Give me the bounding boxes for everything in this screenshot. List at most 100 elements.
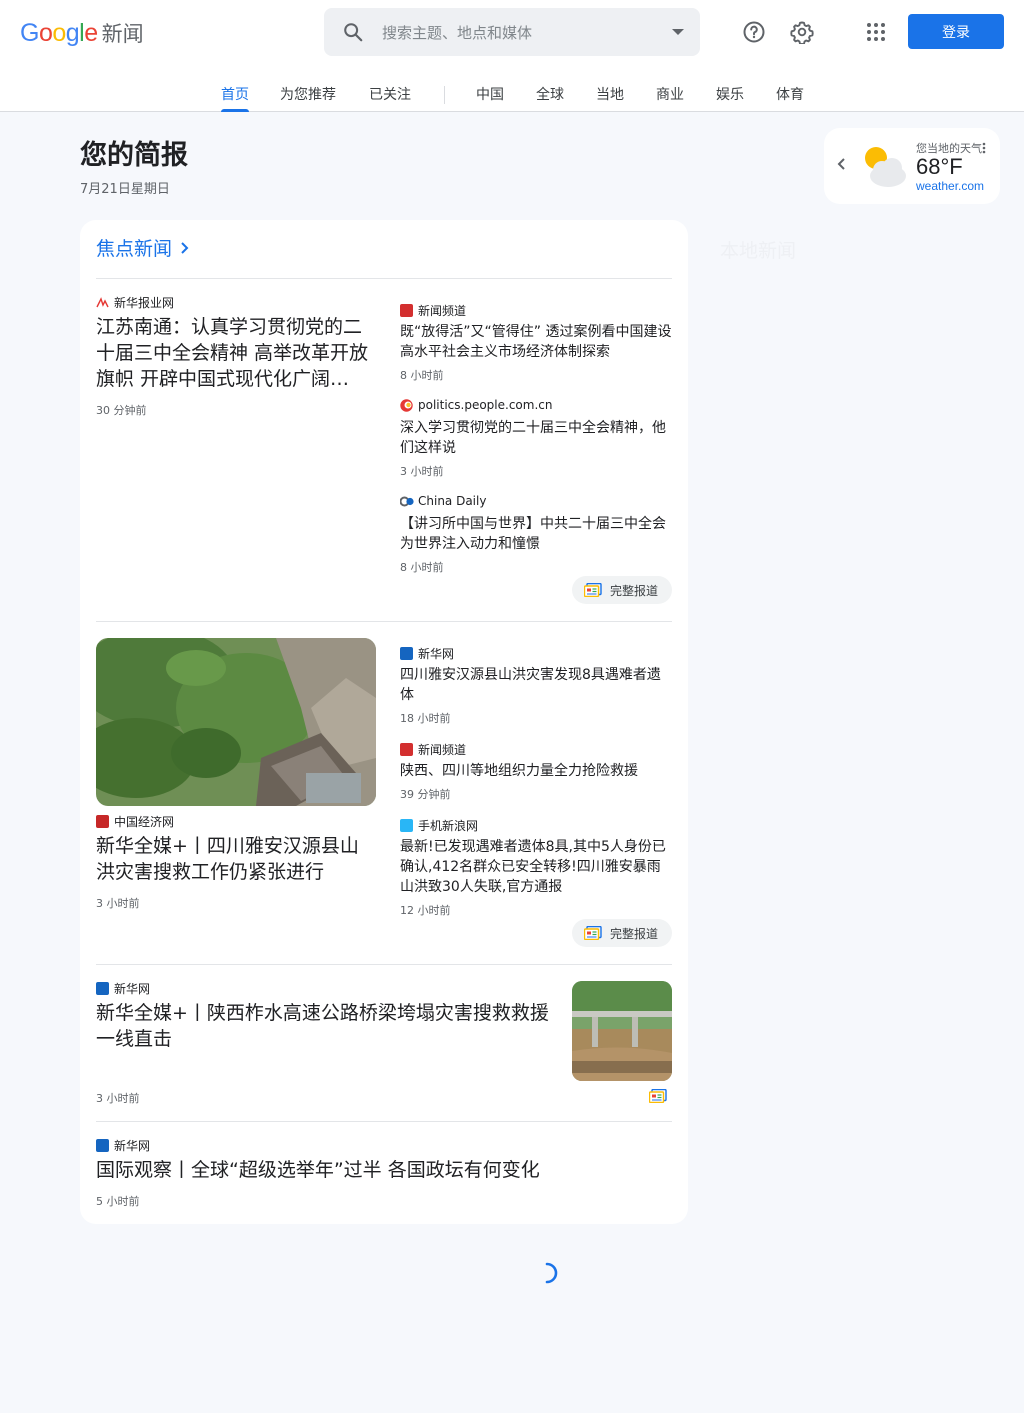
full-coverage-label: 完整报道	[610, 583, 659, 598]
news-channel-logo-icon	[400, 743, 413, 756]
source-name: politics.people.com.cn	[418, 398, 553, 412]
article-source: 新华网	[96, 1137, 150, 1154]
article-headline[interactable]: 江苏南通：认真学习贯彻党的二十届三中全会精神 高举改革开放旗帜 开辟中国式现代化…	[96, 314, 376, 392]
full-coverage-icon	[584, 926, 602, 940]
article-source: 新华报业网	[96, 294, 174, 311]
article-headline[interactable]: 国际观察丨全球“超级选举年”过半 各国政坛有何变化	[96, 1157, 656, 1183]
top-stories-heading-label[interactable]: 焦点新闻	[96, 234, 172, 261]
article-time: 3 小时前	[400, 465, 444, 478]
xinhua-baoye-logo-icon	[96, 297, 109, 308]
more-vert-icon[interactable]	[978, 142, 990, 154]
tab-entertainment[interactable]: 娱乐	[716, 84, 744, 112]
article-thumbnail[interactable]	[96, 638, 376, 806]
news-channel-logo-icon	[400, 304, 413, 317]
article-headline[interactable]: 深入学习贯彻党的二十届三中全会精神，他们这样说	[400, 418, 672, 458]
source-name: 新华网	[418, 647, 455, 661]
top-stories-card: 焦点新闻 新华报业网 江苏南通：认真学习贯彻党的二十届三中全会精神 高举改革开放…	[80, 220, 688, 1224]
article-headline[interactable]: 最新!已发现遇难者遗体8具,其中5人身份已确认,412名群众已安全转移!四川雅安…	[400, 837, 672, 897]
xinhua-logo-icon	[96, 1139, 109, 1152]
sign-in-button[interactable]: 登录	[908, 14, 1004, 49]
article-time: 3 小时前	[96, 897, 140, 910]
chevron-left-icon[interactable]	[836, 156, 848, 172]
local-news-heading[interactable]: 本地新闻	[720, 236, 796, 263]
tab-following[interactable]: 已关注	[369, 84, 411, 112]
weather-temperature: 68°F	[916, 154, 963, 179]
source-name: 手机新浪网	[418, 819, 479, 833]
article-headline[interactable]: 四川雅安汉源县山洪灾害发现8具遇难者遗体	[400, 665, 672, 705]
article-time: 8 小时前	[400, 561, 444, 574]
search-icon[interactable]	[342, 21, 364, 43]
people-logo-icon	[400, 398, 413, 412]
chevron-right-icon	[181, 241, 189, 254]
full-coverage-label: 完整报道	[610, 926, 659, 941]
sina-logo-icon	[400, 819, 413, 832]
china-daily-logo-icon	[400, 496, 414, 506]
tab-local[interactable]: 当地	[596, 84, 624, 112]
full-coverage-button[interactable]: 完整报道	[572, 919, 672, 947]
full-coverage-button[interactable]: 完整报道	[572, 576, 672, 604]
article-source: China Daily	[400, 494, 486, 508]
weather-widget[interactable]: 您当地的天气 68°F weather.com	[824, 128, 1000, 204]
search-bar[interactable]: 搜索主题、地点和媒体	[324, 8, 700, 56]
article-time: 18 小时前	[400, 712, 451, 725]
briefing-title: 您的简报	[80, 140, 188, 171]
source-name: China Daily	[418, 494, 487, 508]
briefing-date: 7月21日星期日	[80, 182, 170, 197]
source-name: 新华网	[114, 1139, 151, 1153]
full-coverage-icon[interactable]	[649, 1089, 667, 1103]
source-name: 新华报业网	[114, 296, 175, 310]
article-source: politics.people.com.cn	[400, 398, 552, 412]
source-name: 新闻频道	[418, 743, 467, 757]
weather-source-link[interactable]: weather.com	[916, 179, 984, 193]
logo-wordmark: Google	[20, 19, 98, 47]
apps-grid-icon[interactable]	[860, 16, 892, 48]
search-dropdown-icon[interactable]	[672, 29, 684, 35]
divider	[96, 964, 672, 965]
article-source: 手机新浪网	[400, 817, 478, 834]
loading-spinner-icon	[545, 1262, 558, 1284]
xinhua-logo-icon	[96, 982, 109, 995]
article-headline[interactable]: 【讲习所中国与世界】中共二十届三中全会为世界注入动力和憧憬	[400, 514, 672, 554]
top-stories-heading[interactable]: 焦点新闻	[96, 234, 190, 261]
tab-china[interactable]: 中国	[476, 84, 504, 112]
article-time: 39 分钟前	[400, 788, 451, 801]
article-headline[interactable]: 新华全媒+丨四川雅安汉源县山洪灾害搜救工作仍紧张进行	[96, 833, 376, 885]
article-source: 新华网	[96, 980, 150, 997]
source-name: 新华网	[114, 982, 151, 996]
article-time: 12 小时前	[400, 904, 451, 917]
divider	[96, 1121, 672, 1122]
article-source: 新华网	[400, 645, 454, 662]
partly-cloudy-icon	[865, 147, 906, 187]
logo-suffix: 新闻	[101, 22, 144, 46]
source-name: 中国经济网	[114, 815, 175, 829]
article-source: 新闻频道	[400, 741, 466, 758]
article-thumbnail[interactable]	[572, 981, 672, 1081]
tab-for-you[interactable]: 为您推荐	[280, 84, 336, 112]
tab-business[interactable]: 商业	[656, 84, 684, 112]
article-source: 新闻频道	[400, 302, 466, 319]
article-time: 30 分钟前	[96, 404, 147, 417]
tab-home[interactable]: 首页	[221, 84, 249, 112]
article-time: 3 小时前	[96, 1092, 140, 1105]
article-time: 5 小时前	[96, 1195, 140, 1208]
article-headline[interactable]: 新华全媒+丨陕西柞水高速公路桥梁垮塌灾害搜救救援一线直击	[96, 1000, 556, 1052]
article-source: 中国经济网	[96, 813, 174, 830]
ce-cn-logo-icon	[96, 815, 109, 828]
article-time: 8 小时前	[400, 369, 444, 382]
help-icon[interactable]	[738, 16, 770, 48]
full-coverage-icon	[584, 583, 602, 597]
xinhua-logo-icon	[400, 647, 413, 660]
divider	[96, 278, 672, 279]
article-headline[interactable]: 陕西、四川等地组织力量全力抢险救援	[400, 761, 672, 781]
article-headline[interactable]: 既“放得活”又“管得住” 透过案例看中国建设高水平社会主义市场经济体制探索	[400, 322, 672, 362]
top-app-bar: Google 新闻 搜索主题、地点和媒体 登录 首页 为您推荐 已关注 中国 全…	[0, 0, 1024, 112]
tab-sports[interactable]: 体育	[776, 84, 804, 112]
section-tabs: 首页 为您推荐 已关注 中国 全球 当地 商业 娱乐 体育	[0, 84, 1024, 112]
settings-gear-icon[interactable]	[786, 16, 818, 48]
divider	[96, 621, 672, 622]
tab-world[interactable]: 全球	[536, 84, 564, 112]
google-news-logo[interactable]: Google 新闻	[20, 18, 144, 48]
tab-divider	[444, 86, 445, 104]
source-name: 新闻频道	[418, 304, 467, 318]
search-input[interactable]: 搜索主题、地点和媒体	[382, 22, 532, 43]
